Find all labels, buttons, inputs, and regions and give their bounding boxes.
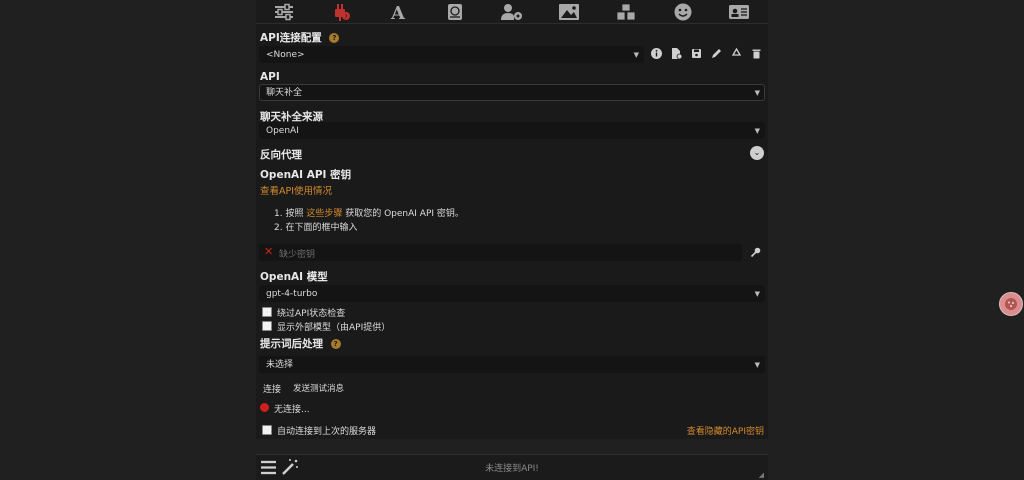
api-label: API (260, 71, 280, 83)
send-test-message-button[interactable]: 发送测试消息 (293, 382, 344, 394)
model-select-value: gpt-4-turbo (266, 289, 318, 299)
chevron-down-icon: ▼ (754, 290, 760, 298)
smile-icon[interactable] (672, 2, 694, 22)
auto-connect-checkbox[interactable] (262, 425, 272, 435)
source-select-value: OpenAI (266, 126, 299, 136)
connection-profile-select[interactable]: <None> ▼ (259, 46, 644, 63)
floating-extension-button[interactable] (999, 292, 1023, 316)
profile-actions (650, 47, 763, 60)
source-select[interactable]: OpenAI ▼ (259, 122, 765, 139)
info-icon[interactable] (650, 47, 663, 60)
api-key-placeholder: 缺少密钥 (279, 250, 316, 260)
svg-text:A: A (390, 3, 406, 21)
connect-button[interactable]: 连接 (263, 382, 281, 395)
postprocess-select[interactable]: 未选择 ▼ (259, 356, 765, 373)
help-icon[interactable]: ? (329, 33, 340, 43)
cookie-icon (1005, 298, 1017, 310)
font-icon[interactable]: A (387, 2, 409, 22)
skip-status-check-label: 绕过API状态检查 (277, 309, 346, 319)
api-config-title: API连接配置 ? (260, 30, 340, 45)
skip-status-check-checkbox[interactable] (262, 307, 272, 317)
reverse-proxy-label: 反向代理 (260, 149, 302, 161)
postprocess-label: 提示词后处理 (260, 338, 323, 350)
postprocess-title: 提示词后处理 ? (260, 336, 341, 351)
recycle-icon[interactable] (730, 47, 743, 60)
step1-prefix: 1. 按照 (274, 209, 304, 219)
chevron-down-icon: ▼ (754, 127, 760, 135)
user-gear-icon[interactable] (500, 2, 523, 22)
chat-input-bar: 未连接到API! ◢ (256, 454, 768, 480)
expand-chevron-icon[interactable]: ⌄ (750, 146, 764, 160)
view-hidden-keys-link[interactable]: 查看隐藏的API密钥 (687, 424, 764, 437)
top-navigation-bar: ? A (256, 0, 768, 24)
api-select[interactable]: 聊天补全 ▼ (259, 84, 765, 101)
openai-model-label: OpenAI 模型 (260, 271, 328, 283)
sliders-icon[interactable] (273, 2, 295, 22)
api-config-title-text: API连接配置 (260, 32, 322, 44)
file-gear-icon[interactable] (670, 47, 683, 60)
book-icon[interactable] (444, 2, 466, 22)
image-icon[interactable] (558, 2, 580, 22)
resize-handle-icon[interactable]: ◢ (759, 471, 764, 479)
api-select-value: 聊天补全 (266, 88, 303, 98)
svg-text:?: ? (345, 14, 348, 21)
save-icon[interactable] (690, 47, 703, 60)
help-icon[interactable]: ? (330, 339, 341, 349)
trash-icon[interactable] (750, 47, 763, 60)
instruction-step-1: 1. 按照 这些步骤 获取您的 OpenAI API 密钥。 (274, 206, 464, 219)
openai-key-label: OpenAI API 密钥 (260, 169, 352, 181)
chevron-down-icon: ▼ (754, 361, 760, 369)
auto-connect-label: 自动连接到上次的服务器 (277, 427, 377, 437)
api-key-input[interactable]: ✕ 缺少密钥 (259, 244, 742, 261)
api-usage-link[interactable]: 查看API使用情况 (260, 183, 332, 197)
key-icon[interactable] (750, 247, 761, 258)
cubes-icon[interactable] (615, 2, 637, 22)
api-connection-panel: API连接配置 ? <None> ▼ API 聊天补全 ▼ 聊天补全来源 Ope… (256, 24, 768, 439)
chevron-down-icon: ▼ (754, 89, 760, 97)
chevron-down-icon: ▼ (633, 51, 639, 59)
plug-icon[interactable]: ? (330, 2, 352, 22)
id-card-icon[interactable] (728, 2, 750, 22)
show-external-models-checkbox[interactable] (262, 321, 272, 331)
step1-suffix: 获取您的 OpenAI API 密钥。 (345, 209, 464, 219)
instruction-step-2: 2. 在下面的框中输入 (274, 223, 358, 233)
show-external-models-label: 显示外部模型（由API提供） (277, 323, 391, 333)
connection-status-text: 无连接... (274, 405, 310, 415)
steps-link[interactable]: 这些步骤 (306, 209, 342, 219)
chat-input-placeholder[interactable]: 未连接到API! (256, 461, 768, 474)
postprocess-select-value: 未选择 (266, 360, 294, 370)
missing-key-x-icon: ✕ (264, 245, 274, 258)
status-indicator-dot (260, 403, 269, 412)
connection-profile-value: <None> (266, 50, 305, 60)
pencil-icon[interactable] (710, 47, 723, 60)
model-select[interactable]: gpt-4-turbo ▼ (259, 285, 765, 302)
